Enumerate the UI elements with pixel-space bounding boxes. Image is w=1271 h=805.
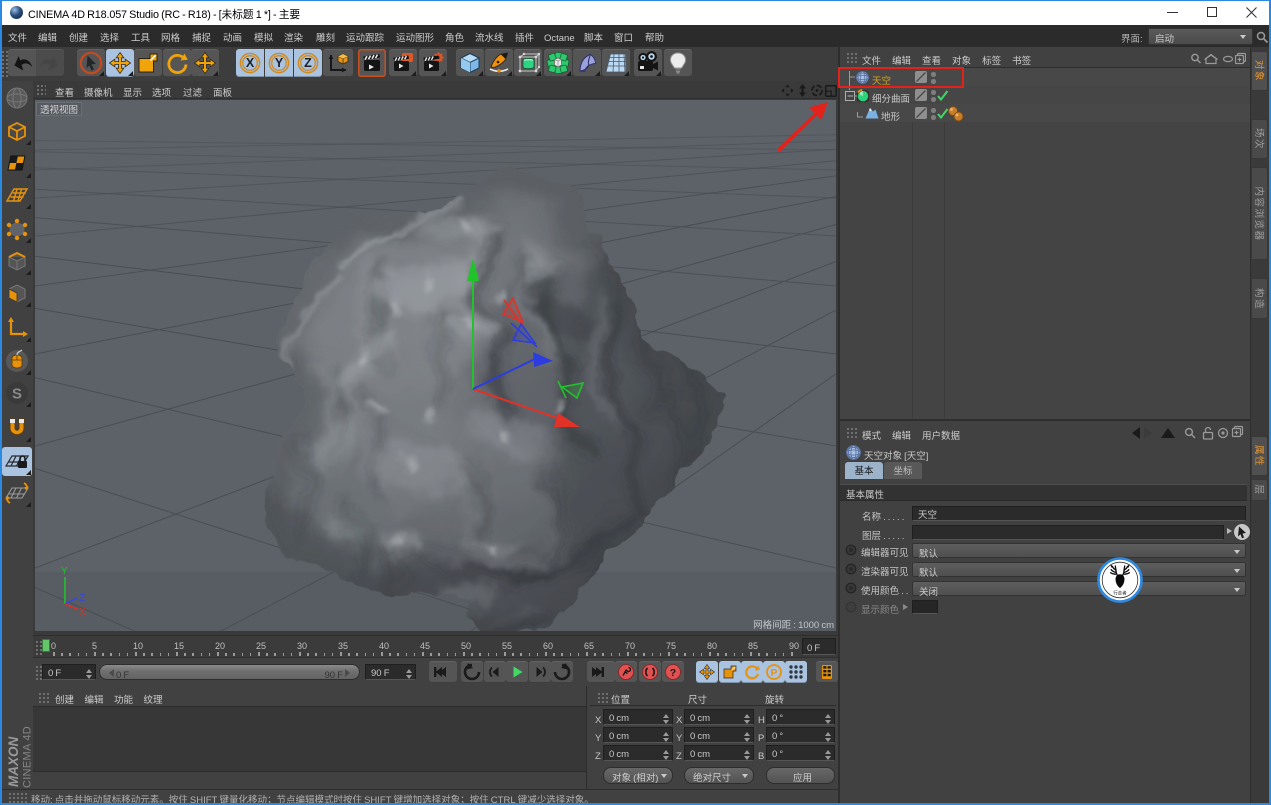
svg-text:S: S [12, 386, 22, 403]
svg-text:?: ? [670, 667, 676, 679]
svg-text:X: X [79, 607, 86, 618]
svg-text:行走者: 行走者 [1113, 590, 1127, 597]
svg-text:Z: Z [304, 56, 312, 70]
svg-text:Y: Y [275, 56, 284, 70]
svg-text:CINEMA 4D: CINEMA 4D [22, 726, 34, 788]
svg-text:Z: Z [79, 593, 85, 604]
svg-text:MAXON: MAXON [6, 737, 21, 788]
svg-text:P: P [771, 668, 778, 679]
svg-text:Y: Y [61, 566, 68, 577]
svg-text:X: X [246, 56, 255, 70]
